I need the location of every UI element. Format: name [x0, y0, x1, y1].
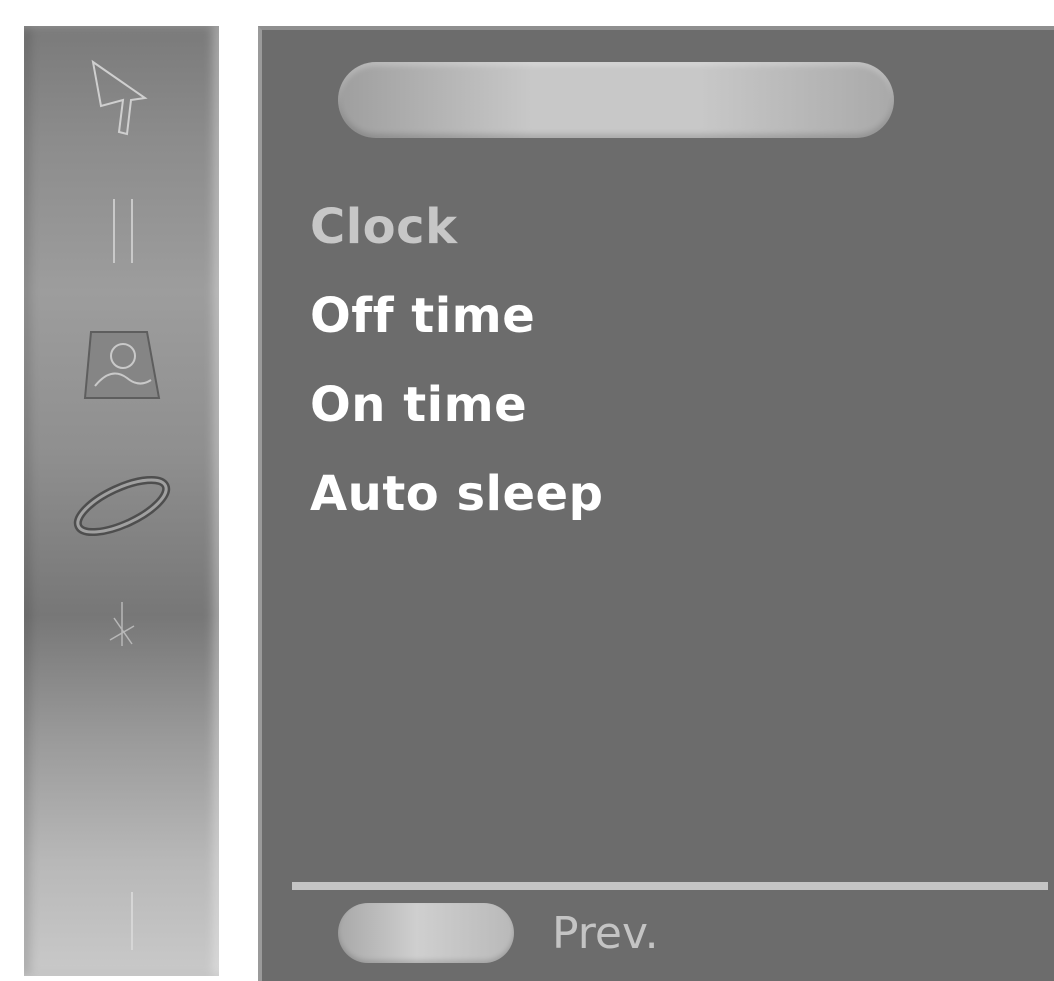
picture-icon[interactable] — [24, 54, 219, 144]
pause-icon[interactable] — [24, 191, 219, 271]
timer-icon[interactable] — [24, 326, 219, 406]
prev-button[interactable] — [338, 903, 514, 963]
screen-icon[interactable] — [24, 886, 219, 956]
menu-list: Clock Off time On time Auto sleep — [310, 192, 603, 548]
special-icon[interactable] — [24, 596, 219, 656]
ring-icon[interactable] — [24, 466, 219, 546]
tv-osd-screen: Clock Off time On time Auto sleep Prev. — [0, 0, 1054, 981]
menu-item-clock[interactable]: Clock — [310, 192, 603, 281]
menu-title-bar — [338, 62, 894, 138]
prev-label: Prev. — [552, 907, 659, 959]
menu-item-off-time[interactable]: Off time — [310, 281, 603, 370]
menu-category-sidebar — [24, 26, 219, 976]
footer-divider — [292, 882, 1048, 890]
footer-bar: Prev. — [338, 902, 659, 964]
menu-item-auto-sleep[interactable]: Auto sleep — [310, 459, 603, 548]
time-menu-panel: Clock Off time On time Auto sleep Prev. — [258, 26, 1054, 981]
menu-item-on-time[interactable]: On time — [310, 370, 603, 459]
